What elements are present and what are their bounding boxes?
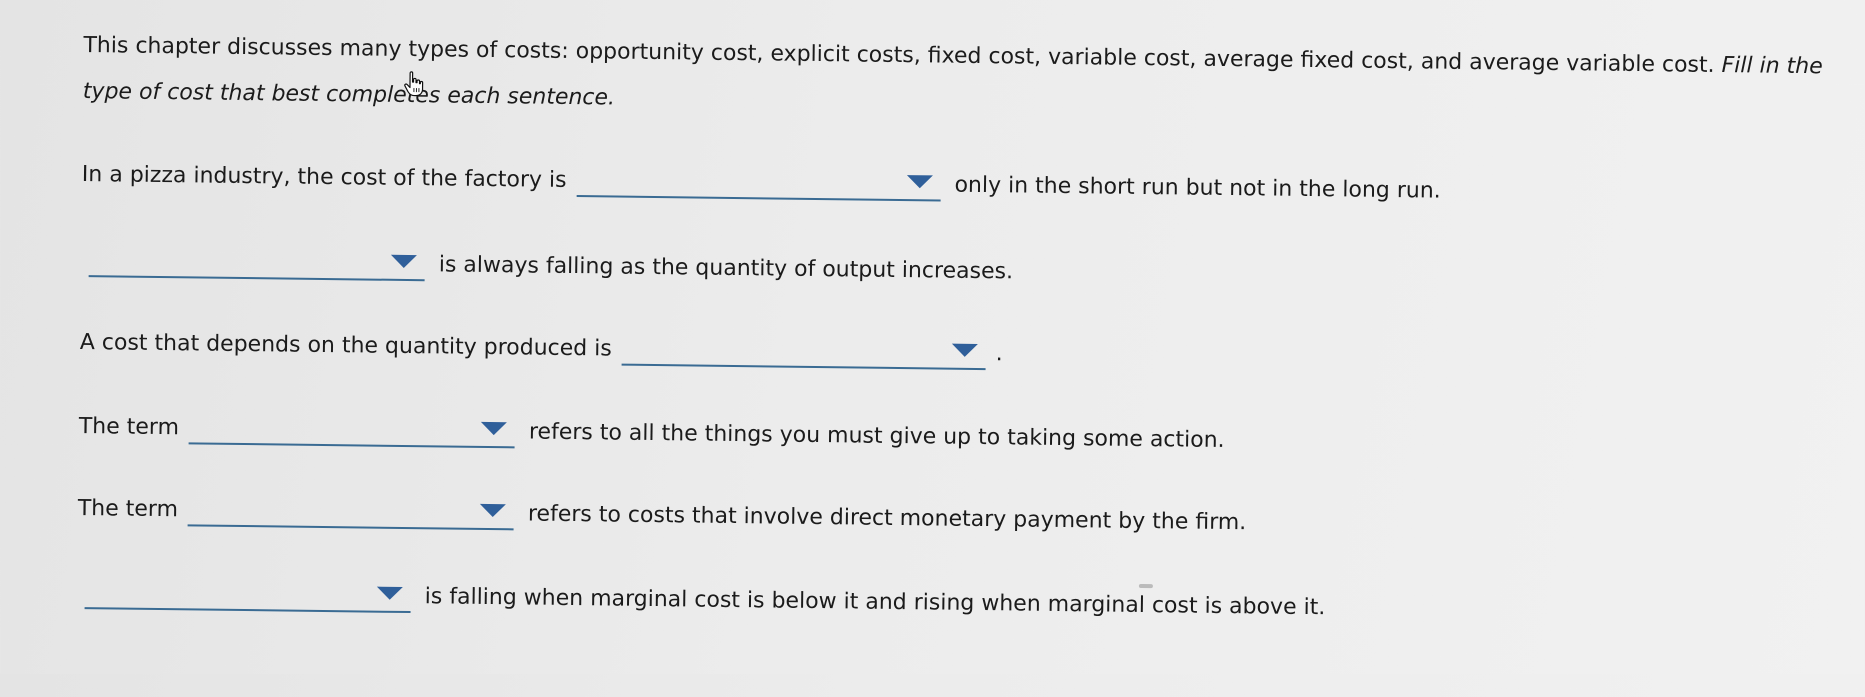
chevron-down-icon: [481, 422, 507, 435]
question-5: The term refers to costs that involve di…: [78, 495, 1247, 539]
question-3-dropdown[interactable]: [622, 336, 986, 370]
chevron-down-icon: [480, 504, 506, 517]
question-2-suffix: is always falling as the quantity of out…: [439, 252, 1014, 288]
question-1-dropdown[interactable]: [576, 167, 940, 201]
question-4: The term refers to all the things you mu…: [79, 413, 1225, 457]
chevron-down-icon: [391, 255, 417, 268]
hand-pointer-icon: [403, 71, 425, 97]
instructions: This chapter discusses many types of cos…: [83, 23, 1854, 137]
question-page: This chapter discusses many types of cos…: [0, 0, 1865, 697]
chevron-down-icon: [907, 175, 933, 188]
question-3-prefix: A cost that depends on the quantity prod…: [80, 330, 612, 365]
question-2: is always falling as the quantity of out…: [81, 247, 1014, 288]
question-5-dropdown[interactable]: [188, 496, 514, 530]
chevron-down-icon: [377, 587, 403, 600]
question-6-suffix: is falling when marginal cost is below i…: [425, 584, 1326, 624]
question-5-prefix: The term: [78, 496, 179, 526]
question-6-dropdown[interactable]: [85, 579, 411, 613]
question-2-dropdown[interactable]: [89, 247, 425, 281]
question-5-suffix: refers to costs that involve direct mone…: [528, 501, 1247, 539]
question-4-suffix: refers to all the things you must give u…: [529, 419, 1225, 456]
screen-smudge: [1139, 584, 1153, 588]
question-1: In a pizza industry, the cost of the fac…: [82, 161, 1441, 208]
instructions-text: This chapter discusses many types of cos…: [83, 33, 1721, 78]
question-1-prefix: In a pizza industry, the cost of the fac…: [82, 162, 567, 197]
question-1-suffix: only in the short run but not in the lon…: [954, 173, 1441, 208]
question-3-suffix: .: [996, 341, 1003, 370]
question-4-prefix: The term: [79, 414, 180, 444]
chevron-down-icon: [952, 344, 978, 357]
question-3: A cost that depends on the quantity prod…: [80, 329, 1003, 370]
question-4-dropdown[interactable]: [189, 414, 515, 448]
